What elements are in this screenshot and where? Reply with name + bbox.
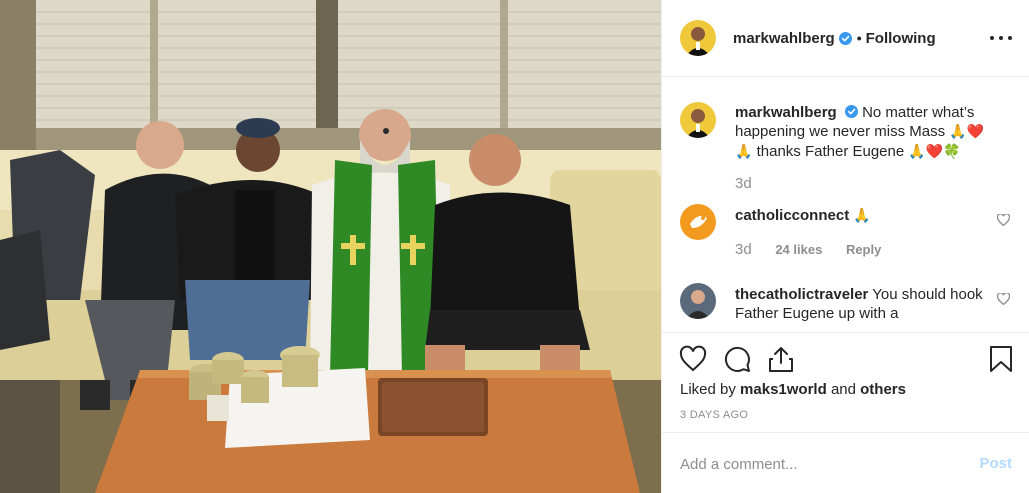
- ellipsis-icon[interactable]: [990, 28, 1012, 48]
- photo-illustration: [0, 0, 661, 493]
- post-side-panel: markwahlberg • Following markwahlberg No…: [661, 0, 1029, 493]
- comment-likes-count[interactable]: 24 likes: [775, 242, 822, 257]
- liked-by-line: Liked by maks1world and others: [680, 381, 906, 398]
- comment-heart-icon[interactable]: [997, 293, 1010, 305]
- liked-by-and: and: [830, 381, 856, 398]
- verified-badge-icon: [844, 105, 858, 118]
- heart-icon[interactable]: [679, 345, 707, 373]
- comment-heart-icon[interactable]: [997, 214, 1010, 226]
- separator-dot: •: [856, 30, 862, 46]
- caption-author-avatar[interactable]: [680, 102, 716, 138]
- comment-text: 🙏: [853, 208, 871, 224]
- comment-reply-button[interactable]: Reply: [846, 242, 881, 257]
- liked-by-others[interactable]: others: [860, 381, 906, 398]
- post-date[interactable]: 3 DAYS AGO: [680, 409, 748, 421]
- post-header: markwahlberg • Following: [662, 0, 1029, 77]
- verified-badge-icon: [838, 31, 852, 45]
- share-icon[interactable]: [767, 345, 795, 373]
- commenter-avatar[interactable]: [680, 283, 716, 319]
- commenter-username[interactable]: thecatholictraveler: [735, 286, 868, 303]
- author-avatar[interactable]: [680, 20, 716, 56]
- author-username[interactable]: markwahlberg: [733, 30, 835, 47]
- caption-emoji: 🙏❤️🍀: [908, 144, 961, 160]
- follow-status-button[interactable]: Following: [866, 30, 936, 47]
- commenter-avatar[interactable]: [680, 204, 716, 240]
- liked-by-prefix: Liked by: [680, 381, 736, 398]
- caption-age[interactable]: 3d: [735, 175, 752, 192]
- post-comment-button[interactable]: Post: [979, 455, 1012, 472]
- caption-emoji: 🙏: [735, 144, 753, 160]
- add-comment-input[interactable]: [680, 452, 960, 476]
- caption-username[interactable]: markwahlberg: [735, 104, 837, 121]
- bookmark-icon[interactable]: [988, 345, 1014, 373]
- comment-composer: Post: [662, 432, 1029, 493]
- post-actions: Liked by maks1world and others 3 DAYS AG…: [662, 332, 1029, 432]
- commenter-username[interactable]: catholicconnect: [735, 207, 849, 224]
- comment-bubble-icon[interactable]: [723, 345, 751, 373]
- post-photo[interactable]: [0, 0, 661, 493]
- caption-text-2: thanks Father Eugene: [756, 143, 905, 160]
- comments-list[interactable]: markwahlberg No matter what’s happening …: [662, 78, 1029, 332]
- comment-age[interactable]: 3d: [735, 241, 752, 258]
- caption-emoji: 🙏❤️: [949, 124, 985, 140]
- liked-by-user[interactable]: maks1world: [740, 381, 827, 398]
